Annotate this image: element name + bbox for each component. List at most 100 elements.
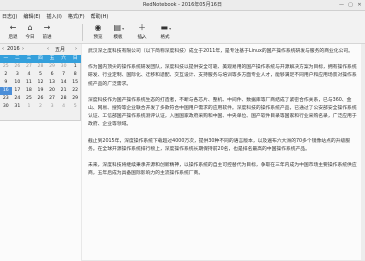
calendar-day[interactable]: 27 [23,63,35,71]
calendar-day[interactable]: 26 [12,63,24,71]
calendar-day[interactable]: 23 [0,95,12,103]
calendar-day[interactable]: 4 [58,103,70,111]
weekday-label: 五 [46,55,58,63]
arrow-left-icon: ← [9,23,17,32]
calendar-day[interactable]: 30 [58,63,70,71]
calendar-day[interactable]: 3 [12,71,24,79]
calendar-day[interactable]: 7 [58,71,70,79]
format-label: 格式 [160,35,170,40]
menu-journal[interactable]: 日志(J) [2,13,17,20]
calendar-day[interactable]: 10 [12,79,24,87]
calendar-day[interactable]: 27 [46,95,58,103]
weekday-label: 日 [69,55,81,63]
weekday-label: 二 [11,55,24,63]
calendar-day[interactable]: 4 [23,71,35,79]
calendar-day-selected[interactable]: 16 [0,87,12,95]
calendar-day[interactable]: 9 [0,79,12,87]
preview-label: 预览 [93,35,103,40]
calendar-week-row: 30 31 1 2 3 4 5 [0,103,81,111]
arrow-right-icon: → [43,23,51,32]
calendar-day[interactable]: 8 [69,71,81,79]
calendar-day[interactable]: 30 [0,103,12,111]
home-icon: ⌂ [27,23,33,32]
calendar-day[interactable]: 2 [35,103,47,111]
calendar-day[interactable]: 31 [12,103,24,111]
template-icon: ▤▾ [113,23,125,32]
editor-content[interactable]: 武汉深之度科技有限公司（以下简称深度科技）成立于2011年，是专注基于Linux… [82,44,365,260]
format-button[interactable]: ▬▾ 格式 [154,23,176,40]
calendar-day[interactable]: 18 [23,87,35,95]
calendar-day[interactable]: 20 [46,87,58,95]
next-year-icon[interactable]: › [22,46,24,52]
window-titlebar: RedNotebook - 2016年05月16日 — ▢ ✕ [0,0,365,11]
forward-button[interactable]: → 前进 [36,23,58,40]
content-scrollbar[interactable] [361,44,365,260]
paragraph: 武汉深之度科技有限公司（以下简称深度科技）成立于2011年，是专注基于Linux… [88,49,353,54]
window-controls: — ▢ ✕ [339,0,362,10]
paragraph: 未来，深度科技将继续秉承开源和创新精神，以操作系统的自主可控替代为目标，争取在三… [88,163,357,177]
calendar-day[interactable]: 5 [69,103,81,111]
calendar-day[interactable]: 25 [23,95,35,103]
calendar-weekdays: 一二三四五六日 [0,55,81,63]
forward-label: 前进 [42,35,52,40]
window-title: RedNotebook - 2016年05月16日 [143,2,222,8]
insert-icon: ＋▾ [138,23,146,40]
calendar-day[interactable]: 13 [46,79,58,87]
weekday-label: 六 [57,55,70,63]
insert-button[interactable]: ＋▾ 插入 [131,23,153,40]
sidebar: ‹ 2016 › ‹ 五月 › 一二三四五六日 25 26 27 28 29 30 1 2 3 4… [0,44,81,261]
calendar-day[interactable]: 24 [12,95,24,103]
calendar-day[interactable]: 3 [46,103,58,111]
paragraph: 作为国内顶尖的操作系统研发团队，深度科技以提供安全可靠、美观易用的国产操作系统与… [88,65,357,87]
calendar-week-row: 2345678 [0,71,81,79]
calendar-day[interactable]: 28 [58,95,70,103]
menu-help[interactable]: 帮助(H) [91,13,109,20]
calendar-day[interactable]: 1 [69,63,81,71]
calendar-day[interactable]: 1 [23,103,35,111]
prev-month-icon[interactable]: ‹ [47,46,49,52]
toolbar-separator [82,24,83,41]
next-month-icon[interactable]: › [75,46,77,52]
calendar-day[interactable]: 2 [0,71,12,79]
calendar-day[interactable]: 14 [58,79,70,87]
calendar-day[interactable]: 29 [69,95,81,103]
minimize-icon[interactable]: — [339,2,344,8]
menu-edit[interactable]: 编辑(E) [23,13,40,20]
paragraph: 深度科技作为国产操作系统生态的打造者，不断与各芯片、整机、中间件、数据库等厂商结… [88,97,357,128]
close-icon[interactable]: ✕ [357,2,362,8]
calendar-month: 五月 [55,47,66,53]
calendar-day[interactable]: 15 [69,79,81,87]
preview-button[interactable]: ◉ 预览 [87,23,109,40]
menu-bar: 日志(J) 编辑(E) 插入(I) 格式(F) 帮助(H) [0,11,365,21]
calendar-day[interactable]: 26 [35,95,47,103]
calendar-week-row: 16 17 18 19 20 21 22 [0,87,81,95]
calendar-day[interactable]: 25 [0,63,12,71]
calendar-week-row: 25 26 27 28 29 30 1 [0,63,81,71]
calendar-week-row: 23 24 25 26 27 28 29 [0,95,81,103]
calendar-grid: 一二三四五六日 25 26 27 28 29 30 1 2 3 4 5 6 7 8 9 10 11 12 13 14 1… [0,55,81,111]
tag-list[interactable] [0,120,81,261]
template-button[interactable]: ▤▾ 模板 [107,23,129,40]
format-icon: ▬▾ [160,23,172,32]
calendar-day[interactable]: 11 [23,79,35,87]
calendar-day[interactable]: 28 [35,63,47,71]
toolbar: ← 后退 ⌂ 今日 → 前进 ◉ 预览 ▤▾ 模板 ＋▾ 插入 ▬▾ 格式 [0,21,365,44]
maximize-icon[interactable]: ▢ [348,2,353,8]
calendar-day[interactable]: 6 [46,71,58,79]
chevron-down-icon: ▾ [122,26,125,31]
calendar-day[interactable]: 17 [12,87,24,95]
calendar-day[interactable]: 12 [35,79,47,87]
weekday-label: 三 [23,55,35,63]
calendar-day[interactable]: 5 [35,71,47,79]
menu-insert[interactable]: 插入(I) [46,13,61,20]
weekday-label: 一 [0,55,12,63]
calendar-day[interactable]: 21 [58,87,70,95]
weekday-label: 四 [34,55,47,63]
template-label: 模板 [113,35,123,40]
chevron-down-icon: ▾ [169,26,172,31]
calendar-day[interactable]: 22 [69,87,81,95]
prev-year-icon[interactable]: ‹ [2,46,4,52]
calendar-day[interactable]: 19 [35,87,47,95]
menu-format[interactable]: 格式(F) [68,13,85,20]
calendar-day[interactable]: 29 [46,63,58,71]
